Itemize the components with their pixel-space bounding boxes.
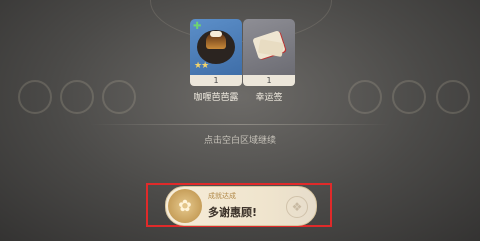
rarity-stars: ★★ — [194, 61, 209, 71]
reward-count: 1 — [243, 75, 295, 86]
reward-items: ✚ ★★ 1 咖喱芭芭露 1 幸运签 — [0, 19, 480, 103]
continue-hint[interactable]: 点击空白区域继续 — [0, 133, 480, 146]
cream-topping — [210, 31, 222, 37]
medal-glyph-icon: ✿ — [178, 196, 192, 215]
achievement-title: 多谢惠顾! — [208, 206, 258, 219]
achievement-medal-icon: ✿ — [168, 189, 202, 223]
reward-card — [243, 19, 295, 75]
emblem-watermark-icon: ❖ — [286, 196, 308, 218]
leaf-icon: ✚ — [193, 21, 202, 32]
achievement-banner[interactable]: ✿ 成就达成 多谢惠顾! ❖ — [165, 186, 317, 226]
reward-card: ✚ ★★ — [190, 19, 242, 75]
achievement-label: 成就达成 — [208, 192, 236, 200]
reward-item-fortune[interactable]: 1 幸运签 — [243, 19, 295, 103]
divider — [90, 124, 390, 125]
reward-name: 幸运签 — [255, 93, 283, 103]
reward-count: 1 — [190, 75, 242, 86]
